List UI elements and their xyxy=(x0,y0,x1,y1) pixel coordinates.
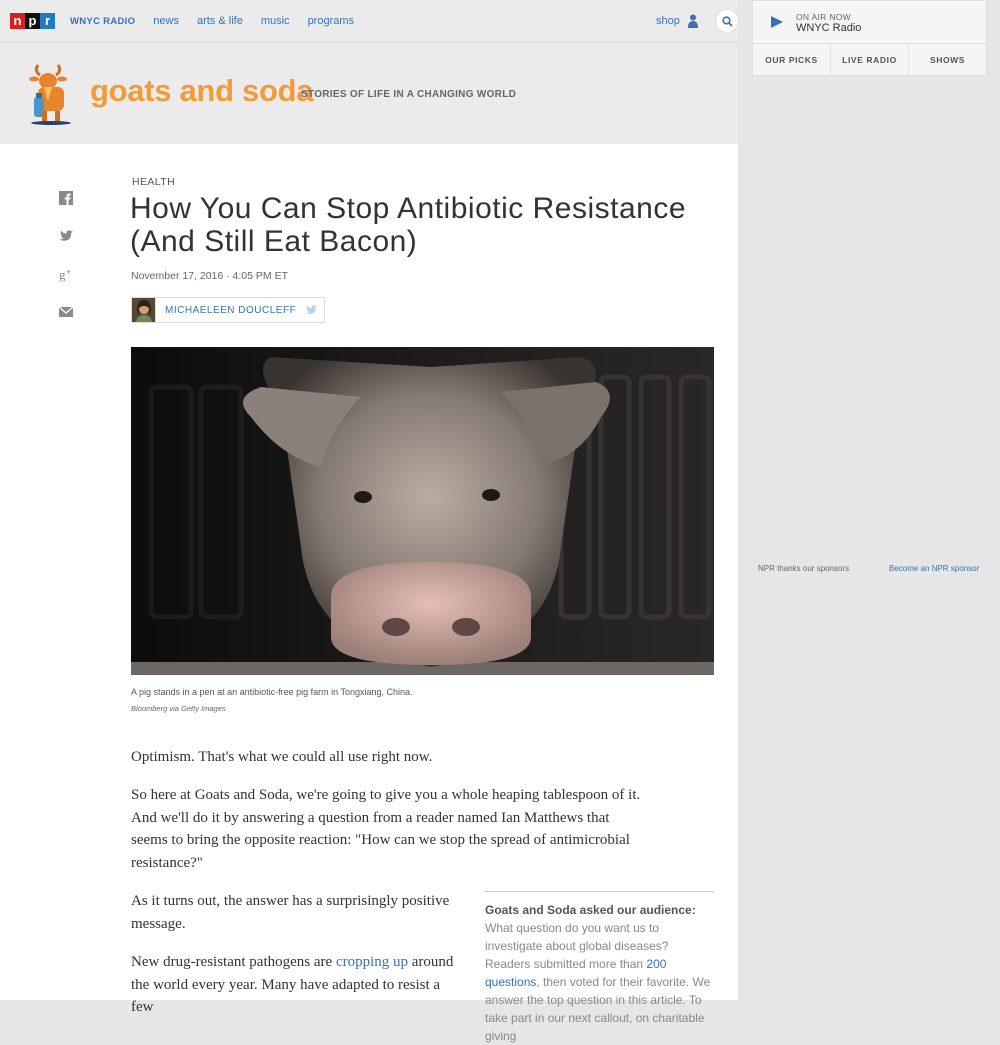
blog-title[interactable]: goats and soda xyxy=(90,73,313,109)
paragraph-2: So here at Goats and Soda, we're going t… xyxy=(131,787,641,871)
article-content: g + HEALTH How You Can Stop Antibiotic R… xyxy=(0,144,738,1043)
player-tabs: OUR PICKS LIVE RADIO SHOWS xyxy=(753,43,986,76)
goat-logo[interactable] xyxy=(28,61,76,125)
play-icon[interactable] xyxy=(770,15,784,29)
nav-music[interactable]: music xyxy=(261,15,290,27)
nav-arts-life[interactable]: arts & life xyxy=(197,15,243,27)
article-photo[interactable] xyxy=(131,347,714,675)
paragraph-4-start: New drug-resistant pathogens are xyxy=(131,954,336,970)
callout-text-1: What question do you want us to investig… xyxy=(485,921,669,971)
facebook-icon[interactable] xyxy=(58,190,74,206)
blog-banner: goats and soda STORIES OF LIFE IN A CHAN… xyxy=(0,43,738,144)
article-title: How You Can Stop Antibiotic Resistance (… xyxy=(130,192,686,258)
author-avatar xyxy=(132,298,156,322)
npr-logo[interactable]: n p r xyxy=(10,13,55,29)
svg-text:+: + xyxy=(66,267,71,277)
paragraph-1: Optimism. That's what we could all use r… xyxy=(131,749,433,765)
callout-note: Goats and Soda asked our audience: What … xyxy=(485,891,714,1045)
byline[interactable]: MICHAELEEN DOUCLEFF xyxy=(131,297,325,323)
top-nav: n p r WNYC RADIO news arts & life music … xyxy=(0,0,739,43)
paragraph-3: As it turns out, the answer has a surpri… xyxy=(131,893,450,932)
callout-lead: Goats and Soda asked our audience: xyxy=(485,903,696,917)
nav-programs[interactable]: programs xyxy=(308,15,354,27)
article-date: November 17, 2016 · 4:05 PM ET xyxy=(131,270,288,282)
nav-news[interactable]: news xyxy=(153,15,179,27)
npr-logo-n: n xyxy=(10,13,25,29)
on-air-label: ON AIR NOW xyxy=(796,12,851,22)
search-button[interactable] xyxy=(715,9,739,33)
nav-shop[interactable]: shop xyxy=(656,15,680,27)
nav-links: WNYC RADIO news arts & life music progra… xyxy=(70,15,372,27)
paragraph-4: New drug-resistant pathogens are croppin… xyxy=(131,951,461,1019)
google-plus-icon[interactable]: g + xyxy=(58,266,74,282)
tab-live-radio[interactable]: LIVE RADIO xyxy=(831,44,909,76)
user-icon[interactable] xyxy=(688,14,698,28)
email-icon[interactable] xyxy=(58,304,74,320)
cropping-up-link[interactable]: cropping up xyxy=(336,954,408,970)
photo-caption: A pig stands in a pen at an antibiotic-f… xyxy=(131,687,413,697)
article-section[interactable]: HEALTH xyxy=(132,176,175,188)
author-twitter-icon[interactable] xyxy=(304,304,318,316)
tab-shows[interactable]: SHOWS xyxy=(909,44,986,76)
svg-text:g: g xyxy=(59,267,66,282)
twitter-icon[interactable] xyxy=(58,228,74,244)
radio-player: ON AIR NOW WNYC Radio OUR PICKS LIVE RAD… xyxy=(752,0,987,76)
nav-station[interactable]: WNYC RADIO xyxy=(70,16,135,27)
npr-logo-p: p xyxy=(25,13,40,29)
npr-logo-r: r xyxy=(40,13,55,29)
tab-our-picks[interactable]: OUR PICKS xyxy=(753,44,831,76)
sponsor-thanks: NPR thanks our sponsors xyxy=(758,564,850,573)
blog-tagline: STORIES OF LIFE IN A CHANGING WORLD xyxy=(301,89,517,100)
photo-credit: Bloomberg via Getty Images xyxy=(131,704,226,713)
player-station: WNYC Radio xyxy=(796,22,862,34)
author-name[interactable]: MICHAELEEN DOUCLEFF xyxy=(165,305,296,316)
become-sponsor-link[interactable]: Become an NPR sponsor xyxy=(889,564,979,573)
search-icon xyxy=(721,15,733,27)
